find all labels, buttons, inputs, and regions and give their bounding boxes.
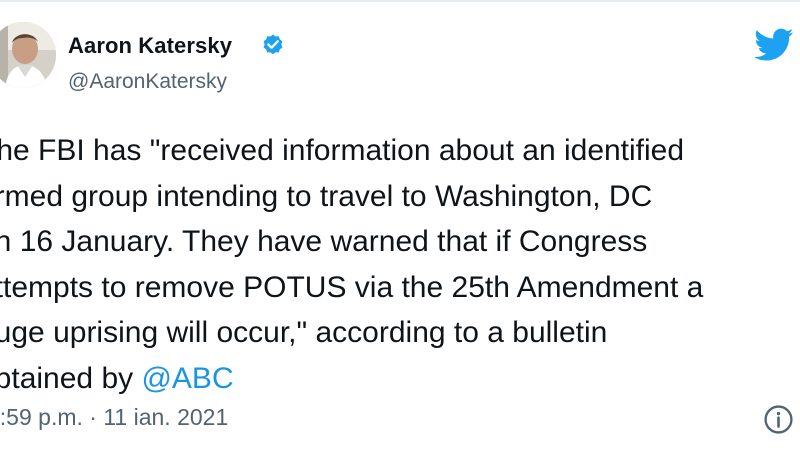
verified-badge-icon [263, 34, 283, 55]
mention-link[interactable]: @ABC [141, 362, 233, 395]
top-divider [0, 0, 800, 2]
avatar[interactable] [0, 22, 56, 88]
tweet-line-prefix: obtained by [0, 361, 134, 395]
author-handle[interactable]: @AaronKatersky [68, 70, 227, 94]
tweet-last-line: obtained by @ABC [0, 356, 798, 402]
tweet-line: huge uprising will occur," according to … [0, 316, 608, 349]
tweet-text: The FBI has "received information about … [0, 128, 798, 401]
tweet-line: The FBI has "received information about … [0, 134, 685, 167]
author-name[interactable]: Aaron Katersky [68, 33, 232, 59]
tweet-line: attempts to remove POTUS via the 25th Am… [0, 270, 704, 304]
tweet-line: armed group intending to travel to Washi… [0, 179, 653, 213]
info-icon[interactable] [763, 404, 794, 435]
tweet-card: Aaron Katersky @AaronKatersky The FBI ha… [0, 0, 800, 450]
twitter-bird-icon[interactable] [754, 28, 794, 62]
avatar-photo-icon [0, 22, 56, 88]
timestamp-link[interactable]: 1:59 p.m. · 11 ian. 2021 [0, 404, 228, 431]
tweet-line: on 16 January. They have warned that if … [0, 225, 648, 258]
